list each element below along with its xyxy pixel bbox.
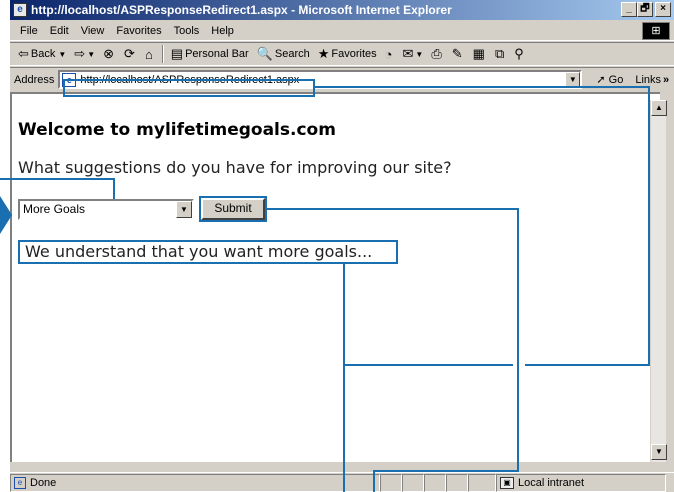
windows-logo-icon: ⊞ — [642, 22, 670, 40]
mail-dropdown-icon: ▼ — [415, 49, 424, 59]
security-zone-cell: ▣ Local intranet — [496, 473, 666, 492]
status-text-cell: e Done — [10, 473, 380, 492]
callout-line — [343, 364, 513, 366]
favorites-label: Favorites — [331, 48, 377, 60]
zone-label: Local intranet — [518, 476, 585, 489]
forward-dropdown-icon: ▼ — [87, 49, 96, 59]
scroll-up-icon[interactable]: ▲ — [651, 100, 667, 116]
edit-icon: ✎ — [451, 46, 463, 61]
intranet-icon: ▣ — [500, 476, 514, 489]
go-arrow-icon: ➚ — [596, 74, 606, 86]
menu-help[interactable]: Help — [205, 25, 240, 37]
window-controls: _ 🗗 × — [621, 2, 671, 17]
refresh-button[interactable]: ⟳ — [120, 46, 141, 62]
links-button[interactable]: Links» — [635, 74, 669, 86]
page-done-icon: e — [14, 476, 26, 489]
stop-icon: ⊗ — [103, 46, 115, 61]
callout-line — [315, 86, 649, 88]
suggestion-select[interactable]: More Goals ▼ — [18, 199, 194, 220]
personal-bar-label: Personal Bar — [185, 48, 249, 60]
mail-button[interactable]: ✉ ▼ — [399, 46, 428, 62]
ie-logo-icon: e — [13, 3, 27, 17]
status-text: Done — [30, 476, 57, 489]
submit-callout-box — [199, 196, 267, 222]
history-icon: ◔ — [384, 46, 393, 62]
links-label: Links — [635, 73, 662, 86]
discuss-icon: ▦ — [472, 46, 485, 61]
callout-line — [343, 262, 345, 492]
menu-favorites[interactable]: Favorites — [110, 25, 167, 37]
address-dropdown-icon[interactable]: ▼ — [565, 72, 581, 87]
home-button[interactable]: ⌂ — [141, 47, 159, 62]
back-label: Back — [30, 48, 56, 60]
messenger-icon: ⧉ — [494, 46, 505, 61]
close-button[interactable]: × — [655, 2, 671, 17]
go-button[interactable]: ➚ Go — [596, 73, 623, 86]
personal-bar-icon: ▤ — [170, 46, 184, 61]
menu-edit[interactable]: Edit — [44, 25, 75, 37]
response-message: We understand that you want more goals..… — [18, 240, 398, 264]
toolbar: ⇦ Back ▼ ⇨ ▼ ⊗ ⟳ ⌂ ▤ Personal Bar 🔍 Sear… — [10, 42, 674, 66]
status-pane — [446, 473, 468, 492]
forward-arrow-icon: ⇨ — [74, 46, 86, 61]
menu-tools[interactable]: Tools — [168, 25, 206, 37]
title-bar: e http://localhost/ASPResponseRedirect1.… — [10, 0, 674, 20]
research-button[interactable]: ⚲ — [510, 46, 530, 62]
callout-arrow — [0, 196, 12, 234]
chevron-right-icon: » — [663, 73, 670, 86]
callout-line — [267, 208, 519, 210]
scroll-down-icon[interactable]: ▼ — [651, 444, 667, 460]
callout-line — [648, 86, 650, 366]
stop-button[interactable]: ⊗ — [99, 46, 120, 62]
menu-file[interactable]: File — [14, 25, 44, 37]
mail-icon: ✉ — [402, 46, 414, 61]
page-heading: Welcome to mylifetimegoals.com — [18, 120, 336, 140]
page-content — [10, 92, 660, 462]
favorites-icon: ★ — [317, 46, 330, 61]
back-arrow-icon: ⇦ — [18, 46, 29, 61]
back-dropdown-icon: ▼ — [58, 49, 67, 59]
print-button[interactable]: ⎙ — [427, 46, 447, 62]
minimize-button[interactable]: _ — [621, 2, 637, 17]
forward-button[interactable]: ⇨ ▼ — [70, 46, 99, 62]
address-callout-box — [63, 79, 315, 97]
history-button[interactable]: ◔ — [381, 47, 399, 62]
status-bar: e Done ▣ Local intranet — [10, 472, 674, 492]
edit-button[interactable]: ✎ — [448, 46, 469, 62]
menu-view[interactable]: View — [75, 25, 111, 37]
suggestion-question: What suggestions do you have for improvi… — [18, 158, 452, 177]
search-button[interactable]: 🔍 Search — [253, 46, 314, 62]
window-title: http://localhost/ASPResponseRedirect1.as… — [31, 3, 452, 17]
favorites-button[interactable]: ★ Favorites — [314, 46, 381, 62]
home-icon: ⌂ — [144, 46, 153, 62]
print-icon: ⎙ — [431, 46, 442, 61]
toolbar-divider — [161, 45, 164, 63]
status-pane — [468, 473, 496, 492]
vertical-scrollbar[interactable]: ▲ ▼ — [650, 100, 667, 462]
maximize-button[interactable]: 🗗 — [637, 2, 653, 17]
search-label: Search — [274, 48, 310, 60]
status-pane — [424, 473, 446, 492]
discuss-button[interactable]: ▦ — [469, 46, 491, 62]
dropdown-arrow-icon[interactable]: ▼ — [176, 201, 192, 218]
personal-bar-button[interactable]: ▤ Personal Bar — [167, 46, 253, 62]
status-pane — [402, 473, 424, 492]
messenger-button[interactable]: ⧉ — [491, 46, 510, 62]
refresh-icon: ⟳ — [124, 46, 135, 61]
callout-line — [0, 178, 115, 180]
callout-line — [373, 470, 375, 492]
address-label: Address — [14, 73, 55, 86]
back-button[interactable]: ⇦ Back ▼ — [14, 46, 70, 62]
menu-bar: File Edit View Favorites Tools Help ⊞ — [10, 21, 674, 41]
callout-line — [373, 470, 519, 472]
status-pane — [380, 473, 402, 492]
research-icon: ⚲ — [514, 46, 524, 61]
callout-line — [517, 208, 519, 472]
go-label: Go — [608, 74, 624, 86]
callout-line — [113, 178, 115, 199]
search-icon: 🔍 — [256, 46, 273, 61]
callout-line — [525, 364, 650, 366]
select-value: More Goals — [23, 202, 86, 216]
